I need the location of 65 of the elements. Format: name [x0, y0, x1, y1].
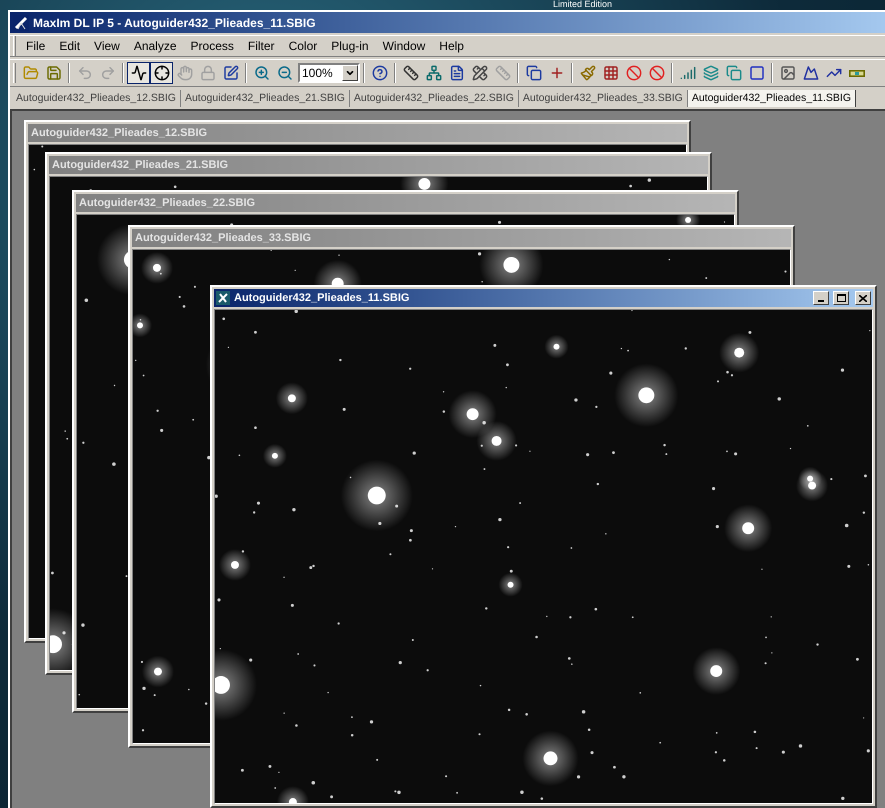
- window-title: Autoguider432_Plieades_33.SBIG: [135, 230, 312, 246]
- edit-icon: [222, 65, 238, 81]
- folder-open-icon: [22, 65, 38, 81]
- app-title: MaxIm DL IP 5 - Autoguider432_Plieades_11.SBIG: [33, 14, 316, 32]
- caret-icon: [345, 68, 355, 78]
- menu-item[interactable]: Filter: [240, 37, 282, 55]
- desktop-caption: Limited Edition: [553, 0, 612, 9]
- zoom-out-icon: [276, 65, 292, 81]
- lock-icon: [200, 65, 216, 81]
- mountain-icon: [802, 65, 818, 81]
- toolbar-button[interactable]: [127, 62, 150, 84]
- layers-icon: [702, 65, 718, 81]
- network-icon: [426, 65, 442, 81]
- document-tab[interactable]: Autoguider432_Plieades_11.SBIG: [688, 90, 856, 107]
- redo-icon: [100, 65, 116, 81]
- plus-icon: [548, 65, 564, 81]
- menu-item[interactable]: File: [19, 37, 52, 55]
- dropdown-button[interactable]: [342, 65, 358, 81]
- toolbar-grip[interactable]: [13, 63, 16, 83]
- ruler-icon: [494, 65, 510, 81]
- menu-item[interactable]: Plug-in: [324, 37, 376, 55]
- crosshair-icon: [154, 65, 170, 81]
- window-title: Autoguider432_Plieades_22.SBIG: [79, 196, 256, 211]
- zoom-value: 100%: [301, 65, 334, 82]
- copy-icon: [726, 65, 742, 81]
- maximize-button[interactable]: [833, 291, 849, 305]
- menu-item[interactable]: Analyze: [126, 37, 184, 55]
- square-icon: [748, 65, 764, 81]
- document-tab[interactable]: Autoguider432_Plieades_21.SBIG: [180, 90, 350, 107]
- menu-item[interactable]: Color: [282, 37, 324, 55]
- hand-icon: [176, 65, 192, 81]
- minimize-button[interactable]: [813, 291, 829, 305]
- toolbar-grip[interactable]: [13, 36, 16, 56]
- toolbar-button[interactable]: [150, 62, 173, 84]
- pencil-ruler-icon: [472, 65, 488, 81]
- window-title: Autoguider432_Plieades_21.SBIG: [52, 158, 228, 173]
- app-logo-icon: [216, 291, 230, 305]
- help-icon: [372, 65, 388, 81]
- copy-icon: [526, 65, 542, 81]
- close-button[interactable]: [855, 291, 871, 305]
- save-icon: [46, 65, 62, 81]
- menu-item[interactable]: Window: [376, 37, 432, 55]
- menu-item[interactable]: View: [87, 37, 127, 55]
- document-tab[interactable]: Autoguider432_Plieades_22.SBIG: [350, 90, 519, 107]
- zoom-in-icon: [254, 65, 270, 81]
- document-icon: [448, 65, 464, 81]
- close-icon: [859, 294, 867, 302]
- brush-icon: [580, 65, 596, 81]
- telescope-icon: [13, 14, 29, 30]
- ban-icon: [648, 65, 664, 81]
- document-tab[interactable]: Autoguider432_Plieades_12.SBIG: [12, 90, 181, 107]
- menu-item[interactable]: Process: [184, 37, 241, 55]
- undo-icon: [76, 65, 92, 81]
- ruler-icon: [402, 65, 418, 81]
- menu-item[interactable]: Help: [432, 37, 471, 55]
- ban-icon: [626, 65, 642, 81]
- grid-icon: [602, 65, 618, 81]
- window-title: Autoguider432_Plieades_12.SBIG: [31, 126, 208, 141]
- menu-item[interactable]: Edit: [52, 37, 88, 55]
- image-icon: [780, 65, 796, 81]
- level-icon: [848, 70, 864, 76]
- zoom-combo[interactable]: 100%: [298, 63, 360, 83]
- bars-icon: [680, 65, 696, 81]
- chart-icon: [130, 65, 146, 81]
- window-title: Autoguider432_Plieades_11.SBIG: [234, 290, 410, 306]
